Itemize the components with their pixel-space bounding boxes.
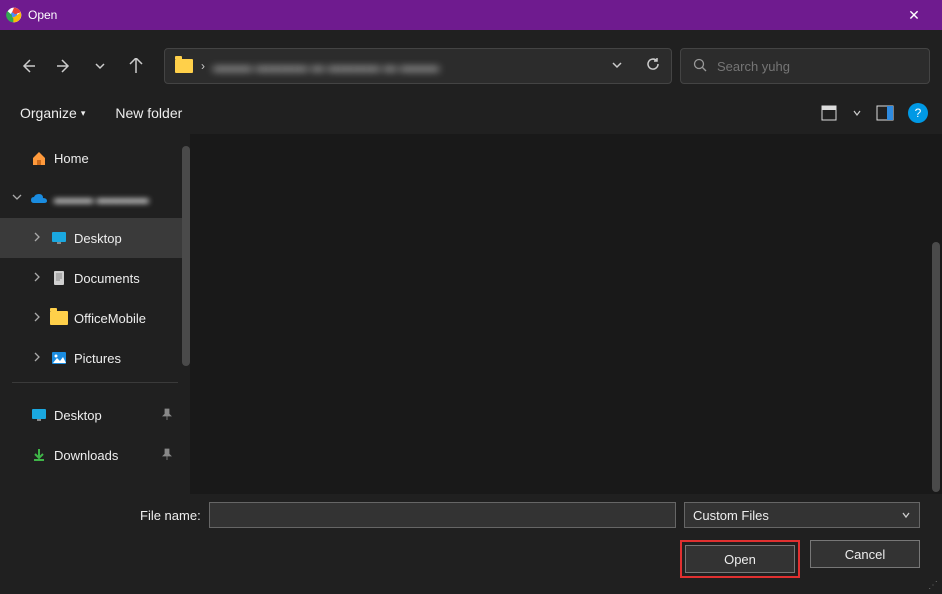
path-text: ▬▬▬ ▬▬▬▬ ▬ ▬▬▬▬ ▬ ▬▬▬ <box>213 59 597 74</box>
path-separator-icon: › <box>201 59 205 73</box>
sidebar-item-onedrive[interactable]: ▬▬▬ ▬▬▬▬ <box>0 178 190 218</box>
help-button[interactable]: ? <box>908 103 928 123</box>
chevron-right-icon[interactable] <box>30 352 44 365</box>
view-dropdown-icon[interactable] <box>852 102 862 124</box>
filename-row: File name: Custom Files <box>22 502 920 528</box>
chrome-icon <box>6 7 22 23</box>
sidebar-item-pictures[interactable]: Pictures <box>0 338 190 378</box>
main-area: Home ▬▬▬ ▬▬▬▬ Desktop <box>0 134 942 494</box>
sidebar-item-label: Documents <box>74 271 140 286</box>
sidebar-item-officemobile[interactable]: OfficeMobile <box>0 298 190 338</box>
downloads-icon <box>30 446 48 464</box>
back-button[interactable] <box>18 56 38 76</box>
sidebar-item-downloads[interactable]: Downloads <box>0 435 190 475</box>
open-highlight: Open <box>680 540 800 578</box>
folder-icon <box>175 59 193 73</box>
pin-icon <box>162 408 172 423</box>
sidebar-item-home[interactable]: Home <box>0 138 190 178</box>
search-bar[interactable] <box>680 48 930 84</box>
chevron-right-icon[interactable] <box>30 272 44 285</box>
close-button[interactable]: ✕ <box>894 0 934 30</box>
new-folder-button[interactable]: New folder <box>115 105 182 121</box>
recent-chevron-icon[interactable] <box>90 56 110 76</box>
bottom-panel: File name: Custom Files Open Cancel <box>0 494 942 580</box>
sidebar-item-desktop-quick[interactable]: Desktop <box>0 395 190 435</box>
sidebar-item-label: Desktop <box>74 231 122 246</box>
sidebar-item-label: Desktop <box>54 408 102 423</box>
chevron-down-icon: ▾ <box>81 108 86 119</box>
filename-input[interactable] <box>209 502 676 528</box>
home-icon <box>30 149 48 167</box>
cancel-button[interactable]: Cancel <box>810 540 920 568</box>
sidebar: Home ▬▬▬ ▬▬▬▬ Desktop <box>0 134 190 494</box>
nav-arrows <box>18 56 146 76</box>
sidebar-item-label: OfficeMobile <box>74 311 146 326</box>
sidebar-item-label: ▬▬▬ ▬▬▬▬ <box>54 191 149 206</box>
button-row: Open Cancel <box>22 538 920 578</box>
search-input[interactable] <box>717 59 917 74</box>
titlebar: Open ✕ <box>0 0 942 30</box>
chevron-right-icon[interactable] <box>30 312 44 325</box>
view-mode-button[interactable] <box>818 102 840 124</box>
filetype-select[interactable]: Custom Files <box>684 502 920 528</box>
search-icon <box>693 58 707 75</box>
folder-icon <box>50 309 68 327</box>
content-scrollbar[interactable] <box>932 242 940 492</box>
filename-label: File name: <box>140 508 201 523</box>
sidebar-item-label: Pictures <box>74 351 121 366</box>
toolbar-row: Organize ▾ New folder ? <box>0 98 942 134</box>
up-button[interactable] <box>126 56 146 76</box>
sidebar-item-desktop[interactable]: Desktop <box>0 218 190 258</box>
toolbar-right: ? <box>818 102 928 124</box>
chevron-down-icon[interactable] <box>10 192 24 205</box>
toolbar-left: Organize ▾ New folder <box>20 105 182 121</box>
address-chevron-icon[interactable] <box>611 59 623 74</box>
pictures-icon <box>50 349 68 367</box>
desktop-icon <box>50 229 68 247</box>
sidebar-scrollbar[interactable] <box>182 146 190 366</box>
desktop-icon <box>30 406 48 424</box>
address-bar[interactable]: › ▬▬▬ ▬▬▬▬ ▬ ▬▬▬▬ ▬ ▬▬▬ <box>164 48 672 84</box>
sidebar-divider <box>12 382 178 383</box>
open-button[interactable]: Open <box>685 545 795 573</box>
organize-button[interactable]: Organize ▾ <box>20 105 85 121</box>
pin-icon <box>162 448 172 463</box>
sidebar-item-documents[interactable]: Documents <box>0 258 190 298</box>
organize-label: Organize <box>20 105 77 121</box>
preview-pane-button[interactable] <box>874 102 896 124</box>
forward-button[interactable] <box>54 56 74 76</box>
cloud-icon <box>30 189 48 207</box>
chevron-down-icon <box>901 510 911 520</box>
window-title: Open <box>28 8 57 22</box>
file-list-area[interactable] <box>190 134 942 494</box>
chevron-right-icon[interactable] <box>30 232 44 245</box>
refresh-button[interactable] <box>645 56 661 77</box>
sidebar-item-label: Home <box>54 151 89 166</box>
nav-row: › ▬▬▬ ▬▬▬▬ ▬ ▬▬▬▬ ▬ ▬▬▬ <box>0 30 942 98</box>
filetype-label: Custom Files <box>693 508 769 523</box>
documents-icon <box>50 269 68 287</box>
resize-grip[interactable]: ⋰ <box>928 580 940 592</box>
titlebar-left: Open <box>6 7 57 23</box>
sidebar-item-label: Downloads <box>54 448 118 463</box>
